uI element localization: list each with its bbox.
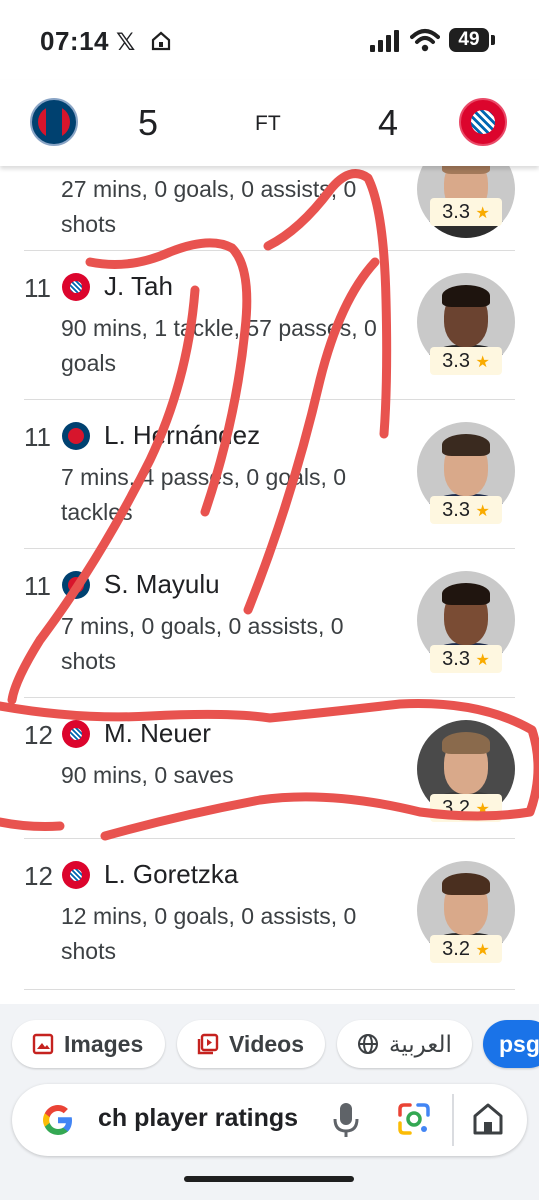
match-status: FT	[255, 112, 281, 135]
fc-bayern-crest-icon	[62, 861, 90, 889]
globe-icon	[358, 1034, 378, 1054]
player-rating: 3.2 ★	[430, 794, 502, 822]
star-icon: ★	[475, 652, 490, 669]
psg-crest-icon	[62, 422, 90, 450]
player-name[interactable]: S. Mayulu	[104, 569, 220, 600]
search-input[interactable]: ch player ratings	[12, 1084, 527, 1156]
player-rating: 3.3 ★	[430, 645, 502, 673]
fc-bayern-crest-icon	[459, 98, 507, 146]
chip-label: Videos	[229, 1031, 304, 1057]
arabic-language-chip[interactable]: العربية	[337, 1020, 472, 1068]
wifi-icon	[410, 29, 440, 52]
match-score-header[interactable]: 5 FT 4	[0, 80, 539, 166]
videos-chip[interactable]: Videos	[177, 1020, 325, 1068]
player-ratings-list[interactable]: 27 mins, 0 goals, 0 assists, 0 shots 3.3…	[0, 166, 539, 1001]
search-filter-chips: Images Videos العربية psg	[0, 1004, 539, 1084]
player-name[interactable]: M. Neuer	[104, 718, 211, 749]
player-stats: 12 mins, 0 goals, 0 assists, 0 shots	[61, 903, 357, 964]
player-rating: 3.3 ★	[430, 347, 502, 375]
psg-crest-icon	[62, 571, 90, 599]
player-stats: 7 mins, 0 goals, 0 assists, 0 shots	[61, 613, 344, 674]
star-icon: ★	[475, 205, 490, 222]
player-rank: 11	[24, 571, 51, 601]
microphone-icon[interactable]	[332, 1101, 360, 1139]
chip-label: العربية	[389, 1031, 452, 1057]
google-lens-icon[interactable]	[396, 1101, 432, 1137]
video-icon	[197, 1033, 219, 1055]
player-stats: 90 mins, 1 tackle, 57 passes, 0 goals	[61, 315, 377, 376]
images-chip[interactable]: Images	[12, 1020, 165, 1068]
player-rank: 12	[24, 720, 53, 750]
player-rank: 11	[24, 273, 51, 303]
google-logo-icon	[43, 1105, 72, 1135]
player-stats: 27 mins, 0 goals, 0 assists, 0 shots	[61, 176, 357, 237]
player-row[interactable]: 27 mins, 0 goals, 0 assists, 0 shots 3.3…	[24, 166, 515, 251]
player-rating: 3.3 ★	[430, 496, 502, 524]
player-stats: 90 mins, 0 saves	[61, 762, 234, 788]
psg-crest-icon	[30, 98, 78, 146]
away-score: 4	[378, 102, 399, 143]
fc-bayern-crest-icon	[62, 273, 90, 301]
player-rank: 12	[24, 861, 53, 891]
star-icon: ★	[475, 354, 490, 371]
player-row[interactable]: 11 S. Mayulu 7 mins, 0 goals, 0 assists,…	[24, 549, 515, 698]
star-icon: ★	[475, 503, 490, 520]
home-indicator[interactable]	[184, 1176, 354, 1182]
player-name[interactable]: J. Tah	[104, 271, 173, 302]
chip-label: Images	[64, 1031, 144, 1057]
bottom-search-area: ch player ratings	[0, 1084, 539, 1200]
psg-chip[interactable]: psg	[483, 1020, 539, 1068]
search-divider	[452, 1094, 454, 1146]
image-icon	[32, 1033, 54, 1055]
chip-label: psg	[499, 1031, 539, 1057]
home-notification-icon	[151, 31, 171, 51]
player-row[interactable]: 12 M. Neuer 90 mins, 0 saves 3.2 ★	[24, 698, 515, 839]
home-icon[interactable]	[470, 1100, 506, 1138]
player-name[interactable]: L. Goretzka	[104, 859, 238, 890]
player-stats: 7 mins, 4 passes, 0 goals, 0 tackles	[61, 464, 347, 525]
status-bar: 07:14 𝕏 49	[0, 0, 539, 80]
battery-indicator: 49	[449, 28, 489, 52]
fc-bayern-crest-icon	[62, 720, 90, 748]
cellular-signal-icon	[370, 30, 399, 52]
player-row[interactable]: 12 L. Goretzka 12 mins, 0 goals, 0 assis…	[24, 839, 515, 990]
clock: 07:14	[40, 26, 109, 56]
star-icon: ★	[475, 801, 490, 818]
player-row[interactable]: 11 L. Hernández 7 mins, 4 passes, 0 goal…	[24, 400, 515, 549]
player-rank: 11	[24, 422, 51, 452]
star-icon: ★	[475, 942, 490, 959]
player-rating: 3.2 ★	[430, 935, 502, 963]
player-rating: 3.3 ★	[430, 198, 502, 226]
player-row[interactable]: 11 J. Tah 90 mins, 1 tackle, 57 passes, …	[24, 251, 515, 400]
home-score: 5	[138, 102, 159, 143]
x-app-icon: 𝕏	[116, 29, 136, 56]
battery-tip	[491, 35, 495, 45]
search-query-text: ch player ratings	[98, 1104, 299, 1132]
player-name[interactable]: L. Hernández	[104, 420, 260, 451]
